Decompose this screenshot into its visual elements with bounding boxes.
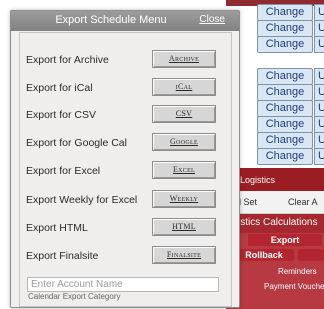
export-google-row: Export for Google Cal Google (26, 133, 226, 153)
excel-button[interactable]: Excel (152, 161, 216, 179)
export-schedule-modal: Export Schedule Menu Close Export for Ar… (10, 10, 240, 308)
weekly-button[interactable]: Weekly (152, 190, 216, 208)
modal-title: Export Schedule Menu (55, 14, 167, 26)
u-button[interactable]: U (314, 148, 324, 165)
archive-button[interactable]: Archive (152, 50, 216, 68)
csv-button[interactable]: CSV (152, 105, 216, 123)
export-weekly-label: Export Weekly for Excel (26, 194, 138, 206)
export-button[interactable]: Export (248, 234, 322, 246)
export-finalsite-label: Export Finalsite (26, 250, 99, 262)
modal-body: Export for Archive Archive Export for iC… (19, 32, 232, 307)
html-button[interactable]: HTML (152, 218, 216, 236)
close-link[interactable]: Close (199, 14, 225, 25)
logistics-label: Logistics (240, 175, 276, 185)
export-finalsite-row: Export Finalsite Finalsite (26, 246, 226, 266)
extra-button[interactable] (298, 249, 324, 261)
google-button[interactable]: Google (152, 133, 216, 151)
reminders-link[interactable]: Reminders (278, 267, 317, 276)
change-button[interactable]: Change (257, 36, 313, 53)
rollback-button[interactable]: Rollback (234, 249, 294, 261)
export-ical-row: Export for iCal iCal (26, 78, 226, 98)
ical-button[interactable]: iCal (152, 78, 216, 96)
export-archive-label: Export for Archive (26, 54, 109, 66)
export-ical-label: Export for iCal (26, 82, 93, 94)
u-button[interactable]: U (314, 36, 324, 53)
export-html-label: Export HTML (26, 222, 88, 234)
finalsite-button[interactable]: Finalsite (152, 246, 216, 264)
clear-label[interactable]: Clear A (288, 197, 318, 207)
modal-header: Export Schedule Menu Close (11, 11, 239, 31)
export-csv-label: Export for CSV (26, 109, 97, 121)
payment-voucher-link[interactable]: Payment Voucher (264, 282, 324, 291)
change-button[interactable]: Change (257, 148, 313, 165)
account-name-input[interactable] (27, 277, 219, 292)
export-excel-row: Export for Excel Excel (26, 161, 226, 181)
export-html-row: Export HTML HTML (26, 218, 226, 238)
export-weekly-row: Export Weekly for Excel Weekly (26, 190, 226, 210)
export-excel-label: Export for Excel (26, 165, 101, 177)
export-csv-row: Export for CSV CSV (26, 105, 226, 125)
bg-row: es Change U (226, 147, 324, 165)
bg-row: es Change U (226, 35, 324, 53)
export-google-label: Export for Google Cal (26, 137, 127, 149)
account-caption: Calendar Export Category (28, 292, 121, 301)
calculations-label: istics Calculations (238, 217, 318, 228)
export-archive-row: Export for Archive Archive (26, 50, 226, 70)
